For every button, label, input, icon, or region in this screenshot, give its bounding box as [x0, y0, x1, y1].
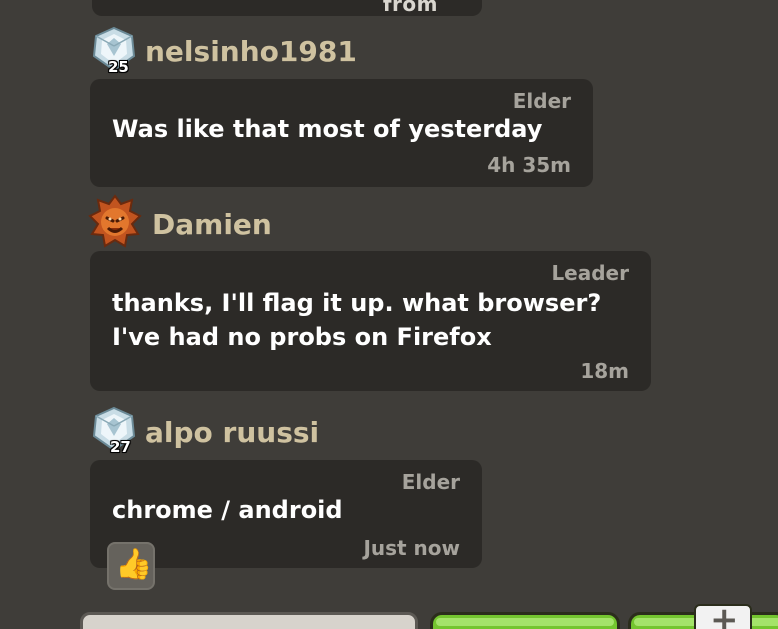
message-text: Was like that most of yesterday — [112, 115, 543, 143]
user-level-badge: 25 — [108, 58, 129, 76]
message-text: chrome / android — [112, 496, 343, 524]
chat-message-input[interactable] — [80, 612, 418, 629]
thumbs-up-icon: 👍 — [115, 547, 153, 582]
champion-league-badge-icon[interactable] — [88, 194, 142, 250]
send-button[interactable] — [430, 612, 620, 629]
plus-icon: + — [710, 600, 739, 629]
chat-screen: from 25 nelsinho1981 Elder Was like that… — [0, 0, 778, 629]
thumbs-up-reaction-button[interactable]: 👍 — [107, 542, 155, 590]
message-timestamp: 4h 35m — [487, 153, 571, 177]
message-timestamp: 18m — [580, 359, 629, 383]
user-level-badge: 27 — [110, 438, 131, 456]
previous-message-bubble: from — [92, 0, 482, 16]
message-username[interactable]: alpo ruussi — [145, 416, 319, 449]
message-text: thanks, I'll flag it up. what browser? I… — [112, 289, 602, 351]
message-username[interactable]: nelsinho1981 — [145, 35, 357, 68]
member-role: Elder — [401, 470, 460, 494]
previous-message-text: from — [382, 0, 438, 16]
message-bubble[interactable]: Leader thanks, I'll flag it up. what bro… — [90, 251, 651, 391]
add-troops-button[interactable]: + — [694, 600, 752, 629]
message-timestamp: Just now — [363, 536, 460, 560]
member-role: Leader — [551, 261, 629, 285]
message-username[interactable]: Damien — [152, 208, 272, 241]
member-role: Elder — [512, 89, 571, 113]
message-bubble[interactable]: Elder Was like that most of yesterday 4h… — [90, 79, 593, 187]
